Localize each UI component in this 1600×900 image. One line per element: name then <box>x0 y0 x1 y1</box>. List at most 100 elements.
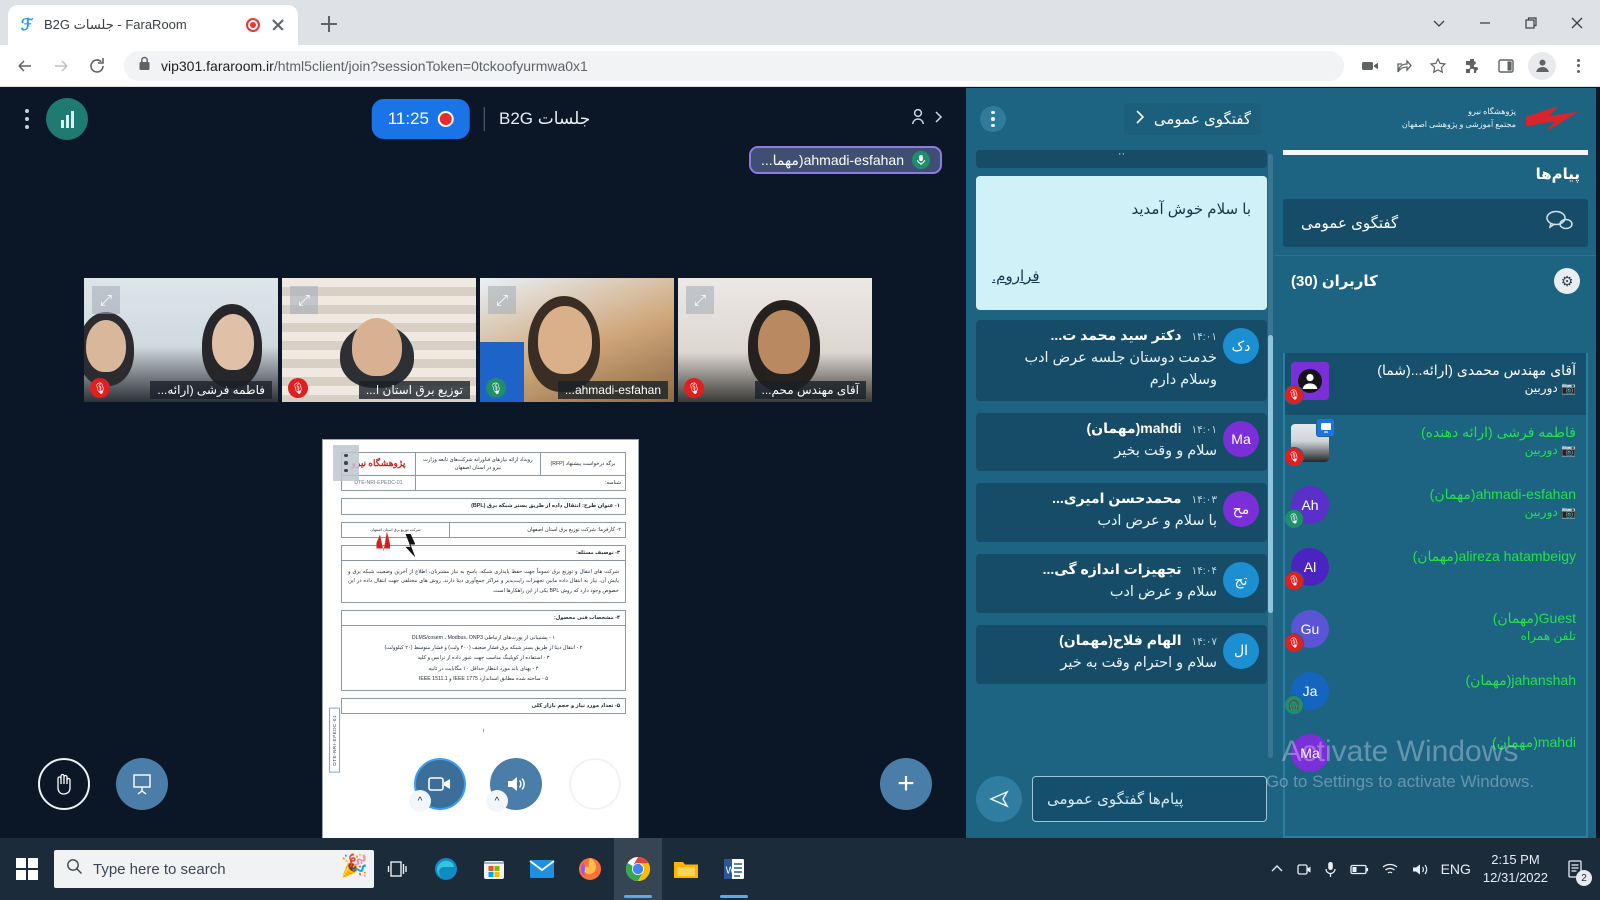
users-count-row: کاربران (30) ⚙ <box>1275 255 1596 300</box>
users-list: 🎙 آقای مهندس محمدی (ارائه...(شما) 📷 دورب… <box>1283 353 1588 838</box>
doc-section-5-title: ۵- تعداد مورد نیاز و حجم بازار کلی <box>347 702 620 710</box>
video-tile[interactable]: ⤢ 🎙 توزیع برق استان ا... <box>282 278 476 402</box>
list-item[interactable]: Gu 🎙 Guest(مهمان) تلفن همراه <box>1285 601 1586 663</box>
message-time: ۱۴:۰۱ <box>1192 331 1217 343</box>
browser-toolbar: vip301.fararoom.ir/html5client/join?sess… <box>0 45 1600 87</box>
video-tile[interactable]: ⤢ 🎙 آقای مهندس محم... <box>678 278 872 402</box>
firefox-icon[interactable] <box>566 838 614 900</box>
word-icon[interactable]: W <box>710 838 758 900</box>
welcome-message: با سلام خوش آمدید فراروم. <box>976 176 1267 310</box>
user-name: آقای مهندس محمدی (ارائه...(شما) <box>1339 362 1576 379</box>
raise-hand-button[interactable] <box>38 758 90 810</box>
list-item[interactable]: Ah 🎙 ahmadi-esfahan(مهمان) 📷 دوربین <box>1285 477 1586 539</box>
address-bar[interactable]: vip301.fararoom.ir/html5client/join?sess… <box>124 51 1344 81</box>
doc-rfp-cell: برگه درخواست پیشنهاد (RFP) <box>540 453 625 476</box>
edge-icon[interactable] <box>422 838 470 900</box>
browser-tab[interactable]: ℱ FaraRoom - جلسات B2G <box>8 5 298 45</box>
list-item[interactable]: Ja 🎧 jahanshah(مهمان) <box>1285 663 1586 725</box>
chat-title-label: گفتگوی عمومی <box>1154 110 1251 128</box>
reload-icon[interactable] <box>80 49 114 83</box>
share-icon[interactable] <box>1388 50 1420 82</box>
list-item[interactable]: 🎙 فاطمه فرشی (ارائه دهنده) 📷 دوربین <box>1285 415 1586 477</box>
users-toggle-icon[interactable] <box>909 106 944 128</box>
video-tile[interactable]: ⤢ 🎙 فاطمه فرشی (ارائه... <box>84 278 278 402</box>
battery-icon[interactable] <box>1349 863 1369 876</box>
public-chat-entry[interactable]: گفتگوی عمومی <box>1283 199 1588 247</box>
task-view-icon[interactable] <box>374 838 422 900</box>
side-panel-icon[interactable] <box>1490 50 1522 82</box>
kebab-menu-icon[interactable] <box>980 106 1006 132</box>
url-text: vip301.fararoom.ir/html5client/join?sess… <box>161 58 588 74</box>
message-text: با سلام و عرض ادب <box>986 511 1217 533</box>
expand-icon[interactable]: ⤢ <box>92 286 120 314</box>
mic-off-icon: 🎙 <box>1284 571 1304 591</box>
list-item[interactable]: Ma mahdi(مهمان) <box>1285 725 1586 787</box>
add-button[interactable]: + <box>880 758 932 810</box>
active-talker-badge: ahmadi-esfahan(مهما... <box>749 146 942 174</box>
message-text: سلام و احترام وقت به خیر <box>986 653 1217 675</box>
language-indicator[interactable]: ENG <box>1441 861 1471 877</box>
kebab-menu-icon[interactable] <box>333 445 359 481</box>
microsoft-store-icon[interactable] <box>470 838 518 900</box>
back-icon[interactable] <box>8 49 42 83</box>
list-item[interactable]: 🎙 آقای مهندس محمدی (ارائه...(شما) 📷 دورب… <box>1285 353 1586 415</box>
expand-icon[interactable]: ⤢ <box>686 286 714 314</box>
video-call-icon[interactable] <box>1354 50 1386 82</box>
speaker-options-caret[interactable]: ^ <box>486 790 508 812</box>
bookmark-star-icon[interactable] <box>1422 50 1454 82</box>
forward-icon[interactable] <box>44 49 78 83</box>
brand-line-2: مجتمع آموزشی و پژوهشی اصفهان <box>1402 119 1516 132</box>
expand-icon[interactable]: ⤢ <box>488 286 516 314</box>
video-tile[interactable]: ⤢ 🎙 ahmadi-esfahan... <box>480 278 674 402</box>
avatar-initials: Ah <box>1301 497 1318 513</box>
avatar: 🎙 <box>1291 362 1329 400</box>
chevron-right-icon[interactable] <box>1134 109 1146 129</box>
restore-icon[interactable] <box>1508 0 1554 45</box>
wifi-icon[interactable] <box>1381 862 1399 876</box>
chat-messages: ·· با سلام خوش آمدید فراروم. دک ۱۴:۰۱دکت… <box>976 150 1267 760</box>
kebab-menu-icon[interactable] <box>14 99 40 139</box>
recording-indicator[interactable]: 11:25 <box>372 99 470 139</box>
list-item[interactable]: Al 🎙 alireza hatambeigy(مهمان) <box>1285 539 1586 601</box>
minimize-icon[interactable] <box>1462 0 1508 45</box>
mic-tray-icon[interactable] <box>1324 861 1337 878</box>
chevron-down-icon[interactable] <box>1416 0 1462 45</box>
mail-icon[interactable] <box>518 838 566 900</box>
chat-panel: گفتگوی عمومی ·· با سلام خوش آمدید فراروم… <box>962 88 1275 838</box>
file-explorer-icon[interactable] <box>662 838 710 900</box>
chat-title[interactable]: گفتگوی عمومی <box>1124 103 1261 135</box>
windows-start-icon[interactable] <box>0 838 54 900</box>
close-icon[interactable] <box>268 15 288 35</box>
gear-icon[interactable]: ⚙ <box>1554 268 1580 294</box>
message-text: سلام و وقت بخیر <box>986 441 1217 463</box>
microphone-button[interactable] <box>569 758 621 810</box>
chat-input-placeholder: پیام‌ها گفتگوی عمومی <box>1047 790 1183 808</box>
camera-options-caret[interactable]: ^ <box>409 790 431 812</box>
chevron-up-icon[interactable] <box>1270 863 1284 875</box>
profile-avatar-icon[interactable] <box>1528 52 1556 80</box>
clock-time: 2:15 PM <box>1483 851 1548 869</box>
volume-icon[interactable] <box>1411 862 1429 877</box>
avatar: تج <box>1223 562 1259 598</box>
presentation-button[interactable] <box>116 758 168 810</box>
chat-scrollbar[interactable] <box>1268 154 1273 758</box>
meeting-stage: 11:25 جلسات B2G ahmadi-esfahan(مهما... <box>0 88 962 838</box>
taskbar-clock[interactable]: 2:15 PM 12/31/2022 <box>1483 851 1548 886</box>
avatar-initials: Ja <box>1303 683 1318 699</box>
presenter-icon <box>1316 418 1335 437</box>
send-button[interactable] <box>976 776 1022 822</box>
close-icon[interactable] <box>1554 0 1600 45</box>
chat-input[interactable]: پیام‌ها گفتگوی عمومی <box>1032 776 1267 822</box>
chrome-menu-icon[interactable] <box>1564 59 1592 73</box>
svg-text:W: W <box>726 866 736 877</box>
notification-icon[interactable]: 2 <box>1560 852 1590 886</box>
chat-message: مح ۱۴:۰۳محمدحسن امیری... با سلام و عرض ا… <box>976 483 1267 542</box>
message-time: ۱۴:۰۷ <box>1192 636 1217 648</box>
new-tab-button[interactable] <box>315 10 343 38</box>
search-input[interactable]: Type here to search 🎉 <box>54 850 374 888</box>
chrome-icon[interactable] <box>614 838 662 900</box>
message-sender: دکتر سید محمد ت... <box>1051 327 1182 344</box>
extensions-puzzle-icon[interactable] <box>1456 50 1488 82</box>
camera-tray-icon[interactable] <box>1296 862 1312 877</box>
expand-icon[interactable]: ⤢ <box>290 286 318 314</box>
